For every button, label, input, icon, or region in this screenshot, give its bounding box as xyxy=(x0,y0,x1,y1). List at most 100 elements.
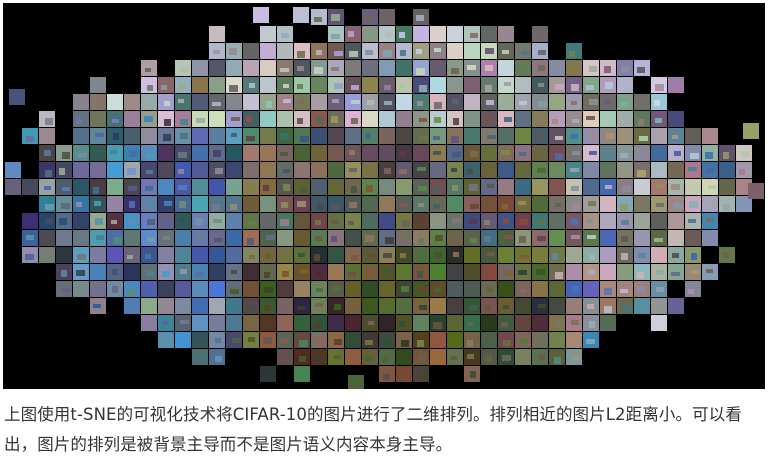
thumbnail-detail xyxy=(572,286,579,293)
thumbnail-detail xyxy=(555,153,563,160)
thumbnail-detail xyxy=(656,287,664,292)
thumbnail-detail xyxy=(555,272,563,279)
thumbnail-detail xyxy=(266,235,275,240)
thumbnail-tile xyxy=(464,247,480,263)
thumbnail-detail xyxy=(78,153,87,157)
thumbnail-tile xyxy=(175,281,191,297)
thumbnail-detail xyxy=(587,304,594,309)
thumbnail-detail xyxy=(586,85,594,90)
thumbnail-detail xyxy=(538,304,546,308)
thumbnail-detail xyxy=(572,119,579,123)
thumbnail-tile xyxy=(107,162,123,178)
thumbnail-detail xyxy=(297,84,303,89)
thumbnail-tile xyxy=(345,332,361,348)
thumbnail-tile xyxy=(56,247,72,263)
thumbnail-detail xyxy=(588,201,596,206)
thumbnail-tile xyxy=(532,196,548,212)
thumbnail-tile xyxy=(549,230,565,246)
thumbnail-tile xyxy=(748,183,764,199)
thumbnail-detail xyxy=(281,202,288,208)
thumbnail-tile xyxy=(515,179,531,195)
thumbnail-detail xyxy=(589,66,597,72)
thumbnail-tile xyxy=(379,298,395,314)
thumbnail-detail xyxy=(706,168,714,173)
thumbnail-detail xyxy=(145,68,151,72)
thumbnail-detail xyxy=(484,116,491,120)
thumbnail-tile xyxy=(243,94,259,110)
thumbnail-detail xyxy=(688,167,697,171)
thumbnail-detail xyxy=(178,185,187,190)
thumbnail-detail xyxy=(469,305,478,310)
thumbnail-detail xyxy=(467,65,476,70)
thumbnail-detail xyxy=(470,151,478,157)
thumbnail-tile xyxy=(532,315,548,331)
thumbnail-detail xyxy=(265,253,271,259)
thumbnail-detail xyxy=(348,221,354,225)
thumbnail-tile xyxy=(107,196,123,212)
thumbnail-detail xyxy=(674,151,681,156)
thumbnail-detail xyxy=(706,269,713,273)
thumbnail-tile xyxy=(379,111,395,127)
thumbnail-detail xyxy=(246,136,255,141)
thumbnail-detail xyxy=(315,303,323,307)
thumbnail-tile xyxy=(209,26,225,42)
thumbnail-detail xyxy=(433,186,439,193)
thumbnail-tile xyxy=(379,145,395,161)
thumbnail-detail xyxy=(572,204,579,211)
thumbnail-tile xyxy=(260,213,276,229)
thumbnail-detail xyxy=(280,152,288,156)
thumbnail-detail xyxy=(178,218,185,222)
thumbnail-detail xyxy=(129,150,137,157)
thumbnail-detail xyxy=(383,253,392,258)
thumbnail-tile xyxy=(685,230,701,246)
thumbnail-tile xyxy=(430,332,446,348)
thumbnail-tile xyxy=(481,145,497,161)
thumbnail-detail xyxy=(316,50,322,55)
thumbnail-tile xyxy=(175,298,191,314)
thumbnail-detail xyxy=(113,133,119,140)
thumbnail-detail xyxy=(297,66,304,71)
thumbnail-detail xyxy=(519,152,526,156)
thumbnail-detail xyxy=(385,32,393,37)
thumbnail-detail xyxy=(348,31,354,37)
thumbnail-detail xyxy=(571,235,580,239)
thumbnail-tile xyxy=(430,26,446,42)
thumbnail-detail xyxy=(230,289,239,294)
thumbnail-tile xyxy=(141,196,157,212)
thumbnail-tile xyxy=(379,196,395,212)
thumbnail-tile xyxy=(260,60,276,76)
thumbnail-detail xyxy=(300,187,307,193)
thumbnail-detail xyxy=(45,170,52,177)
thumbnail-detail xyxy=(231,117,240,121)
thumbnail-detail xyxy=(655,84,664,91)
thumbnail-tile xyxy=(73,162,89,178)
thumbnail-tile xyxy=(498,162,514,178)
thumbnail-detail xyxy=(419,305,427,310)
thumbnail-tile xyxy=(345,230,361,246)
thumbnail-detail xyxy=(62,187,70,191)
thumbnail-tile xyxy=(209,298,225,314)
thumbnail-detail xyxy=(401,220,410,227)
thumbnail-detail xyxy=(112,286,118,293)
thumbnail-detail xyxy=(419,85,427,92)
thumbnail-tile xyxy=(294,315,310,331)
thumbnail-tile xyxy=(90,264,106,280)
thumbnail-detail xyxy=(604,116,611,122)
thumbnail-tile xyxy=(39,247,55,263)
thumbnail-detail xyxy=(621,253,628,260)
thumbnail-detail xyxy=(604,218,611,223)
thumbnail-detail xyxy=(128,220,136,224)
thumbnail-tile xyxy=(90,281,106,297)
thumbnail-detail xyxy=(654,100,660,106)
thumbnail-tile xyxy=(345,298,361,314)
thumbnail-detail xyxy=(419,374,428,380)
thumbnail-detail xyxy=(552,253,558,260)
thumbnail-detail xyxy=(232,338,241,343)
thumbnail-tile xyxy=(583,162,599,178)
thumbnail-detail xyxy=(452,152,461,157)
thumbnail-detail xyxy=(604,66,611,73)
thumbnail-detail xyxy=(348,272,356,277)
thumbnail-detail xyxy=(467,322,473,326)
thumbnail-tile xyxy=(498,247,514,263)
thumbnail-tile xyxy=(447,315,463,331)
